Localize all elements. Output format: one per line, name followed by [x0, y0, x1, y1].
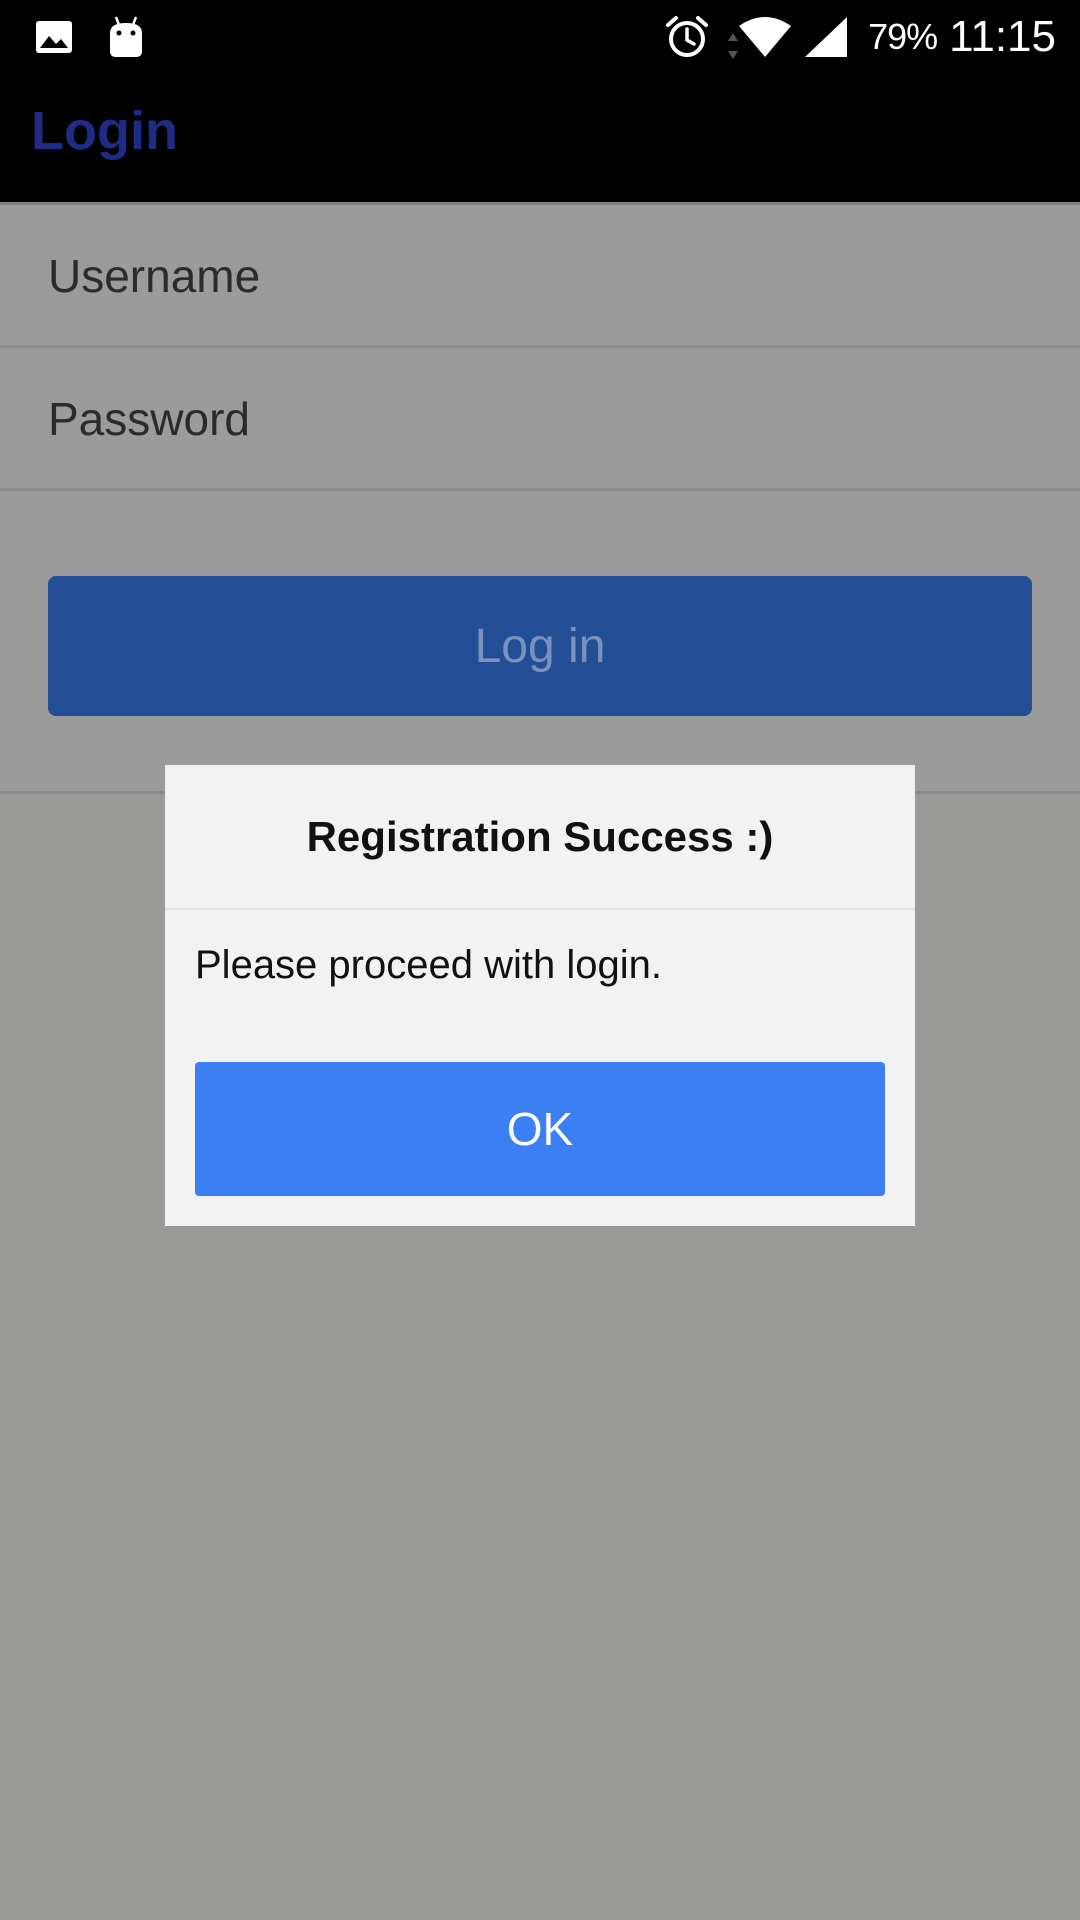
status-bar: 79% 11:15 [0, 0, 1080, 74]
username-input[interactable] [48, 241, 1048, 311]
page-title: Login [31, 101, 178, 161]
ok-button[interactable]: OK [195, 1062, 885, 1196]
status-left [34, 14, 146, 60]
screen: 79% 11:15 Login Log in Registration Succ… [0, 0, 1080, 1920]
password-field-row [0, 348, 1080, 491]
wifi-icon [739, 17, 792, 57]
clock-time: 11:15 [949, 12, 1056, 61]
status-right: 79% 11:15 [664, 10, 1056, 64]
password-input[interactable] [48, 384, 1048, 454]
alarm-icon [666, 16, 709, 57]
android-icon [110, 16, 142, 57]
app-header: Login [0, 74, 1080, 202]
alert-dialog: Registration Success :) Please proceed w… [165, 765, 915, 1226]
login-form: Log in [0, 202, 1080, 794]
dialog-title: Registration Success :) [165, 765, 915, 910]
dialog-message: Please proceed with login. [195, 943, 662, 987]
username-field-row [0, 205, 1080, 348]
cell-signal-icon [805, 17, 848, 57]
login-button[interactable]: Log in [48, 576, 1032, 716]
battery-percentage: 79% [868, 16, 938, 57]
gallery-icon [36, 21, 72, 53]
